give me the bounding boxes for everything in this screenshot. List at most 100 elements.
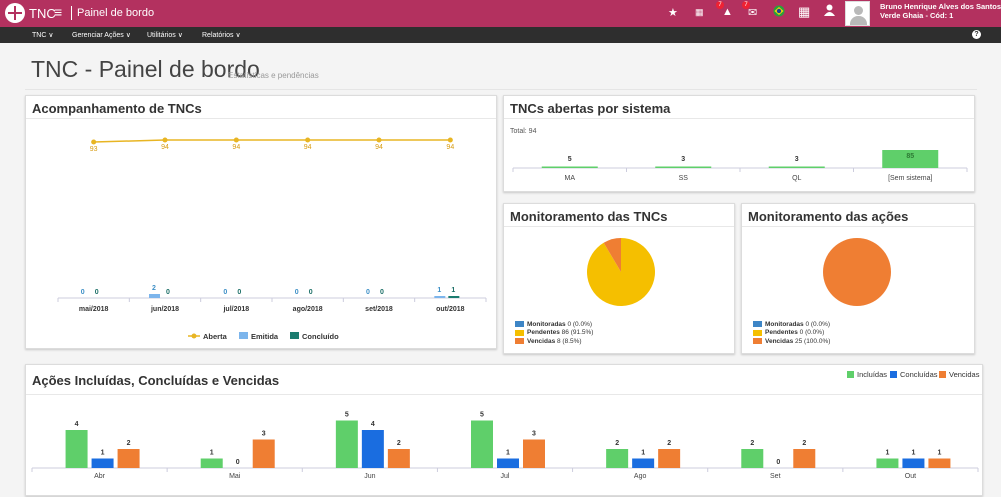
data-label: 2: [667, 440, 671, 447]
line-point: [447, 137, 453, 143]
x-tick-label: [Sem sistema]: [888, 175, 932, 182]
data-label: 2: [802, 440, 806, 447]
star-icon[interactable]: ★: [668, 6, 678, 19]
data-label: 1: [911, 450, 915, 457]
x-tick-label: Jul: [501, 473, 510, 480]
bar-2: [387, 449, 410, 468]
menu-gerenciar-acoes[interactable]: Gerenciar Ações ∨: [72, 31, 131, 39]
legend-label: Monitoradas: [765, 320, 804, 328]
divider: [71, 6, 72, 20]
bar-0: [335, 420, 358, 468]
legend-value: 0 (0.0%): [803, 320, 831, 328]
by-system-chart: 5 MA 3 SS 3 QL 85 [Sem sistema]: [512, 150, 968, 182]
user-info[interactable]: Bruno Henrique Alves dos Santos Verde Gh…: [880, 2, 1001, 20]
apps-grid-icon[interactable]: ▦: [798, 4, 810, 20]
x-tick-label: jul/2018: [222, 306, 249, 313]
pie-slice: [823, 238, 891, 306]
data-label: 3: [262, 431, 266, 438]
acoes-panel: Ações Incluídas, Concluídas e Vencidas A…: [25, 364, 983, 496]
menu-utilitarios[interactable]: Utilitários ∨: [147, 31, 183, 39]
user-icon[interactable]: [824, 4, 835, 19]
bar-1: [632, 458, 655, 468]
legend-swatch: [515, 329, 524, 336]
data-label: 94: [375, 144, 383, 151]
page-title: TNC - Painel de bordo: [31, 56, 260, 82]
data-label: 94: [446, 144, 454, 151]
calendar-icon[interactable]: ▦: [695, 7, 704, 18]
legend-swatch: [515, 338, 524, 344]
bar-0: [65, 430, 88, 468]
bar-2: [793, 449, 816, 468]
legend-label: Vencidas: [765, 337, 794, 345]
data-label: 0: [237, 289, 241, 296]
bar-1: [902, 458, 925, 468]
monitor-acoes-panel: Monitoramento das ações Monitoradas 0 (0…: [741, 203, 975, 354]
legend-label: Monitoradas: [527, 320, 566, 328]
x-tick-label: QL: [792, 175, 801, 182]
legend-value: 0 (0.0%): [565, 320, 593, 328]
bar: [541, 166, 598, 168]
alerts-badge: 7: [716, 1, 724, 9]
legend-label: Emitida: [251, 332, 279, 341]
data-label: 1: [210, 450, 214, 457]
bar: [768, 166, 825, 168]
bell-icon[interactable]: ▲: [722, 6, 733, 18]
legend-label: Vencidas: [527, 337, 556, 345]
data-label: 1: [885, 450, 889, 457]
logo-icon[interactable]: [5, 3, 25, 23]
data-label: 0: [295, 289, 299, 296]
data-label: 94: [232, 144, 240, 151]
menu-relatorios[interactable]: Relatórios ∨: [202, 31, 241, 39]
bar: [655, 166, 712, 168]
legend-swatch: [290, 332, 299, 339]
line-point: [305, 137, 311, 143]
legend-swatch: [239, 332, 248, 339]
legend-swatch: [753, 329, 762, 336]
legend-swatch: [890, 371, 897, 378]
message-icon[interactable]: ✉: [748, 6, 757, 19]
menu-tnc[interactable]: TNC ∨: [32, 31, 53, 39]
data-label: 4: [371, 421, 375, 428]
legend-label: Concluídas: [900, 370, 938, 379]
bar-1: [91, 458, 114, 468]
data-label: 5: [345, 412, 349, 419]
brand-name[interactable]: TNC: [29, 6, 56, 21]
x-tick-label: SS: [679, 175, 689, 182]
legend-swatch: [515, 321, 524, 327]
bar-2: [928, 458, 951, 468]
x-tick-label: Abr: [94, 473, 106, 480]
help-icon[interactable]: ?: [972, 30, 981, 39]
x-tick-label: Out: [905, 473, 916, 480]
data-label: 0: [380, 289, 384, 296]
bar-2: [658, 449, 681, 468]
brazil-flag-icon[interactable]: [773, 5, 785, 20]
legend-label: Aberta: [203, 332, 228, 341]
page-name: Painel de bordo: [77, 7, 155, 19]
legend-value: 0 (0.0%): [797, 329, 825, 336]
menu-toggle-icon[interactable]: ≡: [54, 4, 62, 20]
legend-swatch: [847, 371, 854, 378]
top-bar: TNC ≡ Painel de bordo ★ ▦ ▲ 7 ✉ 7 ▦ Brun…: [0, 0, 1001, 27]
data-label: 2: [152, 285, 156, 292]
data-label: 2: [127, 440, 131, 447]
bar-emitida: [434, 296, 446, 298]
data-label: 1: [437, 287, 441, 294]
avatar[interactable]: [845, 1, 870, 26]
x-tick-label: set/2018: [365, 306, 393, 313]
user-company: Verde Ghaia - Cód: 1: [880, 11, 954, 20]
legend-value: 25 (100.0%): [793, 337, 831, 345]
legend-swatch: [939, 371, 946, 378]
x-tick-label: Set: [770, 473, 781, 480]
page-subtitle: Estatísticas e pendências: [228, 71, 319, 80]
legend-label: Vencidas: [949, 370, 980, 379]
data-label: 93: [90, 146, 98, 153]
bar-0: [741, 449, 764, 468]
data-label: 3: [795, 156, 799, 163]
x-tick-label: Ago: [634, 473, 647, 480]
data-label: 1: [101, 450, 105, 457]
x-tick-label: Mai: [229, 473, 241, 480]
bar-2: [523, 439, 545, 468]
x-tick-label: mai/2018: [79, 306, 109, 313]
bar-0: [200, 458, 223, 468]
legend-label: Concluído: [302, 332, 339, 341]
